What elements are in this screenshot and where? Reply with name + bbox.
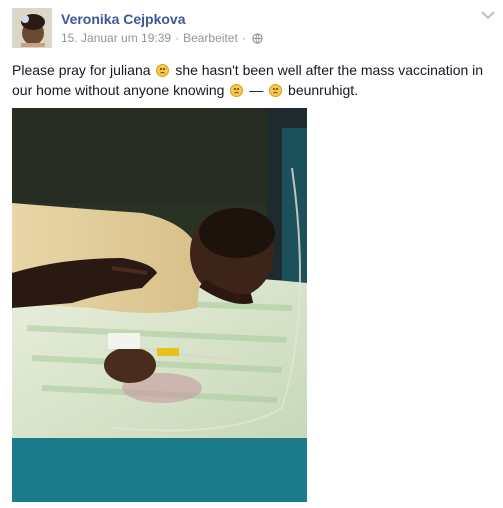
chevron-down-icon[interactable] xyxy=(481,10,495,20)
post-card: Veronika Cejpkova 15. Januar um 19:39 · … xyxy=(0,0,503,508)
sad-face-emoji-icon xyxy=(156,64,170,77)
sad-face-emoji-icon xyxy=(230,84,244,97)
meta-separator: · xyxy=(241,31,246,45)
feeling-emoji-icon xyxy=(269,84,283,97)
post-text: Please pray for juliana she hasn't been … xyxy=(12,60,496,100)
meta-separator: · xyxy=(175,31,180,45)
post-photo[interactable] xyxy=(12,108,307,502)
timestamp-link[interactable]: 15. Januar um 19:39 xyxy=(61,31,171,45)
post-text-part1: Please pray for juliana xyxy=(12,62,151,78)
post-text-dash: — xyxy=(249,82,264,98)
edited-link[interactable]: Bearbeitet xyxy=(183,31,238,45)
feeling-link[interactable]: beunruhigt. xyxy=(288,82,358,98)
post-meta: 15. Januar um 19:39 · Bearbeitet · xyxy=(61,31,263,45)
avatar[interactable] xyxy=(12,8,52,48)
author-name[interactable]: Veronika Cejpkova xyxy=(61,11,186,27)
globe-icon[interactable] xyxy=(252,32,263,44)
